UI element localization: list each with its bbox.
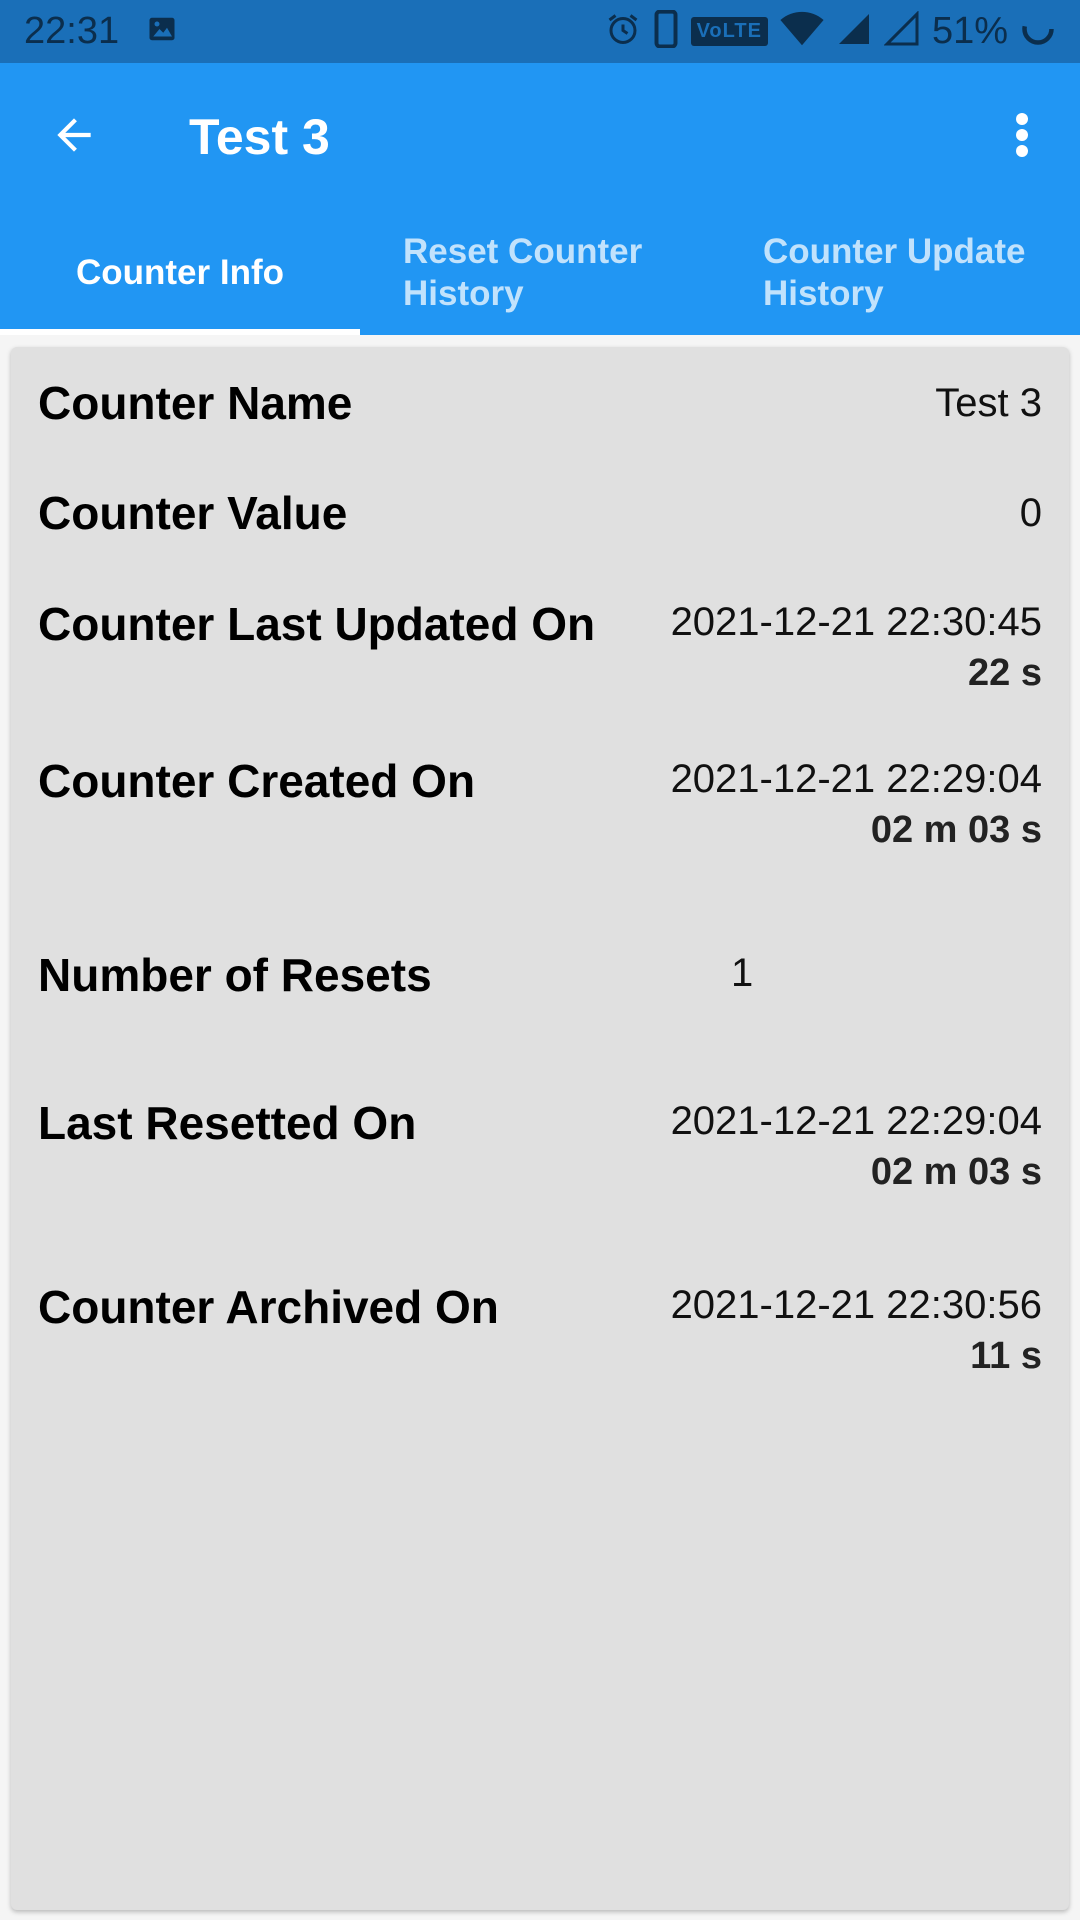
info-value: 2021-12-21 22:29:04 [670, 757, 1042, 801]
info-label: Last Resetted On [38, 1097, 417, 1149]
more-vert-icon [1012, 111, 1032, 164]
phone-icon [653, 9, 679, 53]
counter-info-card: Counter Name Test 3 Counter Value 0 Coun… [11, 347, 1069, 1910]
info-relative-time: 22 s [968, 652, 1042, 694]
info-label: Number of Resets [38, 949, 432, 1001]
info-value: 2021-12-21 22:30:56 [670, 1283, 1042, 1327]
tab-label: Reset Counter History [403, 232, 643, 313]
volte-icon: VoLTE [690, 17, 768, 46]
info-value: 0 [1019, 491, 1042, 535]
info-label: Counter Name [38, 377, 353, 429]
battery-percent: 51% [931, 10, 1008, 52]
tab-indicator [0, 329, 360, 335]
info-label: Counter Last Updated On [38, 598, 596, 650]
arrow-back-icon [49, 110, 99, 165]
battery-icon [1020, 11, 1056, 52]
signal-empty-icon [883, 10, 920, 52]
info-value: 2021-12-21 22:30:45 [670, 600, 1042, 644]
info-relative-time: 02 m 03 s [870, 809, 1042, 851]
back-button[interactable] [40, 103, 108, 171]
info-label: Counter Value [38, 487, 348, 539]
tab-bar: Counter Info Reset Counter History Count… [0, 211, 1080, 335]
info-relative-time: 02 m 03 s [870, 1151, 1042, 1193]
page-title: Test 3 [189, 109, 330, 165]
info-value: 2021-12-21 22:29:04 [670, 1099, 1042, 1143]
info-value: Test 3 [935, 381, 1042, 425]
tab-label: Counter Update History [763, 232, 1026, 313]
image-icon [147, 14, 177, 49]
alarm-icon [605, 11, 641, 52]
status-time: 22:31 [24, 10, 120, 52]
tab-reset-counter-history[interactable]: Reset Counter History [360, 211, 720, 335]
tab-label: Counter Info [75, 253, 285, 292]
more-options-button[interactable] [992, 103, 1052, 171]
signal-icon [836, 11, 872, 52]
info-value: 1 [731, 951, 754, 995]
tab-counter-update-history[interactable]: Counter Update History [720, 211, 1080, 335]
info-label: Counter Created On [38, 755, 476, 807]
tab-counter-info[interactable]: Counter Info [0, 211, 360, 335]
info-label: Counter Archived On [38, 1281, 499, 1333]
app-bar: Test 3 Counter Info Reset Counter Histor… [0, 63, 1080, 335]
wifi-icon [780, 11, 824, 52]
info-relative-time: 11 s [970, 1335, 1042, 1377]
status-bar: 22:31 VoLTE 51% [0, 0, 1080, 63]
toolbar: Test 3 [0, 63, 1080, 211]
